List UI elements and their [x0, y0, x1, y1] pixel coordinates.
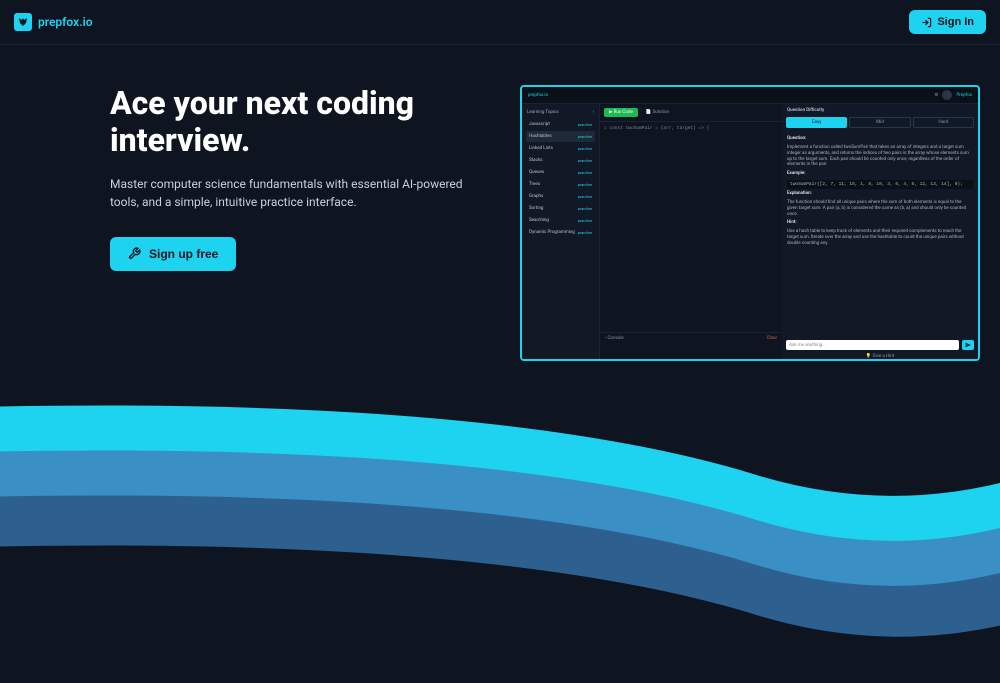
- send-icon: [962, 340, 974, 350]
- hint-heading: Hint:: [787, 220, 973, 226]
- difficulty-tab: Easy: [786, 117, 847, 128]
- header: prepfox.io Sign In: [0, 0, 1000, 45]
- hero-title: Ace your next coding interview.: [110, 85, 490, 159]
- sign-up-button[interactable]: Sign up free: [110, 237, 236, 271]
- hero-copy: Ace your next coding interview. Master c…: [110, 85, 490, 361]
- topic-item: Dynamic Programmingpractice: [526, 227, 595, 238]
- sign-in-label: Sign In: [937, 16, 974, 28]
- preview-question-panel: Question Difficulty EasyMidHard Question…: [782, 104, 978, 361]
- preview-sidebar: Learning Topics ‹ JavascriptpracticeHash…: [522, 104, 600, 361]
- sign-up-label: Sign up free: [149, 247, 218, 261]
- question-heading: Question:: [787, 136, 973, 142]
- sign-in-button[interactable]: Sign In: [909, 10, 986, 34]
- fox-icon: [14, 13, 32, 31]
- logo[interactable]: prepfox.io: [14, 13, 93, 31]
- question-body: Implement a function called twoSumPair t…: [787, 145, 973, 168]
- topic-item: Stackspractice: [526, 155, 595, 166]
- preview-brand: prepfox.io: [528, 93, 548, 98]
- hero-subtitle: Master computer science fundamentals wit…: [110, 175, 490, 211]
- hint-button: 💡 Give a Hint: [782, 354, 978, 361]
- topic-item: Linked Listspractice: [526, 143, 595, 154]
- topic-item: Sortingpractice: [526, 203, 595, 214]
- hint-body: Use a hash table to keep track of elemen…: [787, 229, 973, 247]
- code-editor: 1 const twoSumPair = (arr, target) => {: [600, 122, 782, 332]
- login-icon: [921, 17, 932, 28]
- sidebar-title: Learning Topics: [527, 110, 559, 115]
- preview-editor: ▶ Run Code 📄 Solution 1 const twoSumPair…: [600, 104, 782, 361]
- topic-item: Queuespractice: [526, 167, 595, 178]
- topic-item: Hashtablespractice: [526, 131, 595, 142]
- example-code: twoSumPair([2, 7, 11, 15, 1, 8, 10, 3, 6…: [787, 180, 973, 189]
- hero: Ace your next coding interview. Master c…: [0, 45, 1000, 361]
- topic-item: Treespractice: [526, 179, 595, 190]
- difficulty-tab: Mid: [849, 117, 910, 128]
- preview-user: Prepfox: [956, 93, 972, 98]
- explanation-body: The function should find all unique pair…: [787, 200, 973, 218]
- tools-icon: [128, 247, 141, 260]
- explanation-heading: Explanation:: [787, 191, 973, 197]
- chat-input: Ask me anything...: [786, 340, 959, 350]
- preview-header: prepfox.io ⚙ Prepfox: [522, 87, 978, 104]
- console-panel: › Console Clear: [600, 332, 782, 361]
- difficulty-label: Question Difficulty: [782, 104, 978, 117]
- example-heading: Example:: [787, 171, 973, 177]
- avatar-icon: [942, 90, 952, 100]
- chevron-left-icon: ‹: [593, 110, 594, 115]
- app-preview: prepfox.io ⚙ Prepfox Learning Topics ‹ J…: [520, 85, 980, 361]
- difficulty-tab: Hard: [913, 117, 974, 128]
- run-button: ▶ Run Code: [604, 108, 638, 117]
- topic-item: Searchingpractice: [526, 215, 595, 226]
- brand-text: prepfox.io: [38, 15, 93, 29]
- topic-item: Javascriptpractice: [526, 119, 595, 130]
- clear-button: Clear: [767, 336, 777, 359]
- solution-tab: 📄 Solution: [642, 108, 673, 117]
- topic-item: Graphspractice: [526, 191, 595, 202]
